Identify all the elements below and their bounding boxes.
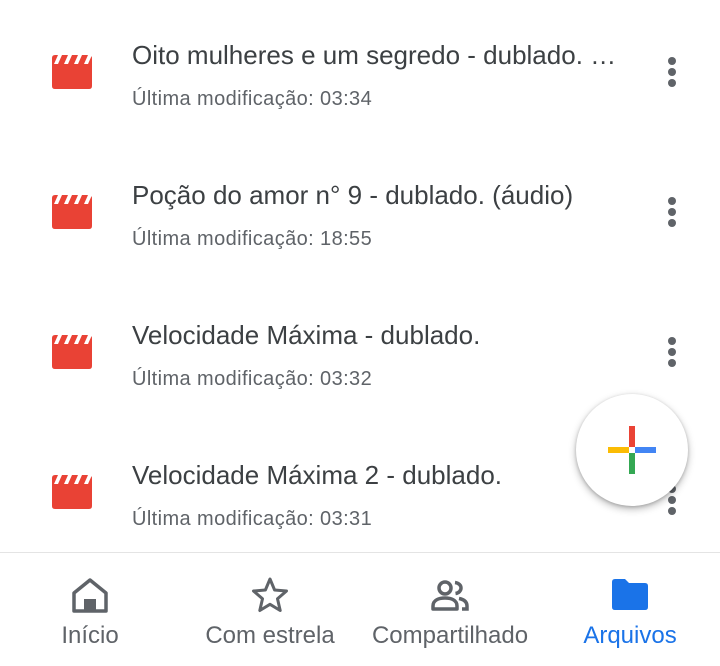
nav-item-compartilhado[interactable]: Compartilhado xyxy=(360,553,540,666)
nav-label: Com estrela xyxy=(205,622,335,649)
file-name: Oito mulheres e um segredo - dublado. (á… xyxy=(132,40,624,70)
nav-item-com-estrela[interactable]: Com estrela xyxy=(180,553,360,666)
nav-label: Arquivos xyxy=(583,622,677,649)
file-modified-date: Última modificação: 03:32 xyxy=(132,368,373,390)
video-file-icon xyxy=(52,55,92,89)
file-name: Poção do amor n° 9 - dublado. (áudio) xyxy=(132,180,574,210)
file-name: Velocidade Máxima - dublado. xyxy=(132,320,481,350)
folder-icon xyxy=(612,579,648,610)
people-icon xyxy=(431,580,469,611)
video-file-icon xyxy=(52,335,92,369)
video-file-icon xyxy=(52,475,92,509)
more-options-icon[interactable] xyxy=(652,48,692,96)
bottom-navigation: Início Com estrela Compartilhado Arquivo… xyxy=(0,552,720,665)
more-options-icon[interactable] xyxy=(652,328,692,376)
file-modified-date: Última modificação: 03:34 xyxy=(132,88,373,110)
google-plus-icon xyxy=(608,426,656,474)
file-row[interactable]: Oito mulheres e um segredo - dublado. (á… xyxy=(0,0,720,140)
home-icon xyxy=(72,578,108,613)
nav-label: Início xyxy=(61,622,119,649)
file-row[interactable]: Poção do amor n° 9 - dublado. (áudio) Úl… xyxy=(0,140,720,280)
video-file-icon xyxy=(52,195,92,229)
file-modified-date: Última modificação: 18:55 xyxy=(132,228,373,250)
nav-label: Compartilhado xyxy=(371,622,529,649)
nav-item-inicio[interactable]: Início xyxy=(0,553,180,666)
nav-item-arquivos[interactable]: Arquivos xyxy=(540,553,720,666)
file-name: Velocidade Máxima 2 - dublado. xyxy=(132,460,503,490)
file-modified-date: Última modificação: 03:31 xyxy=(132,508,373,530)
more-options-icon[interactable] xyxy=(652,188,692,236)
star-icon xyxy=(252,577,288,612)
new-item-button[interactable] xyxy=(576,394,688,506)
